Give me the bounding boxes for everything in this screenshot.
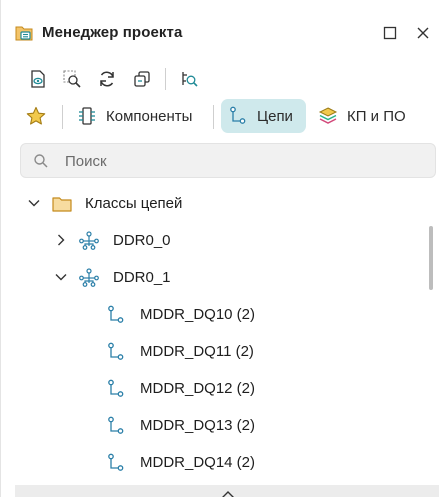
layers-stack-icon [317,105,339,127]
tree-item-label: Классы цепей [85,195,183,212]
tree-scrollbar[interactable] [429,226,433,290]
tree-item-net[interactable]: MDDR_DQ12 (2) [1,370,426,406]
tab-pads-vias[interactable]: КП и ПО [317,99,421,133]
tab-separator [62,105,63,129]
tab-separator [213,105,214,129]
project-manager-panel: Менеджер проекта Компоненты Цепи КП и ПО… [0,0,439,497]
tree-item-ddr0-0[interactable]: DDR0_0 [1,222,426,258]
refresh-icon[interactable] [94,66,120,92]
tab-nets-label: Цепи [257,107,293,125]
tree-item-net[interactable]: MDDR_DQ10 (2) [1,296,426,332]
close-icon[interactable] [412,22,434,44]
copy-layers-icon[interactable] [129,66,155,92]
tree-item-label: MDDR_DQ13 (2) [140,417,256,434]
zoom-select-icon[interactable] [59,66,85,92]
net-icon [105,341,127,363]
component-icon [76,105,98,127]
search-box[interactable] [20,143,436,178]
tree-item-net-classes[interactable]: Классы цепей [1,185,426,221]
tree-item-label: MDDR_DQ14 (2) [140,454,256,471]
toolbar-separator [165,68,166,90]
tab-components[interactable]: Компоненты [76,99,204,133]
search-input[interactable] [65,151,425,171]
net-icon [105,304,127,326]
tree-item-net[interactable]: MDDR_DQ11 (2) [1,333,426,369]
tree-item-ddr0-1[interactable]: DDR0_1 [1,259,426,295]
inspect-net-icon[interactable] [176,66,202,92]
folder-icon [51,193,73,215]
tree-item-label: DDR0_1 [113,269,171,286]
tab-nets[interactable]: Цепи [221,99,306,133]
tree-item-label: MDDR_DQ12 (2) [140,380,256,397]
tree-item-net[interactable]: MDDR_DQ14 (2) [1,444,426,480]
net-tree: Классы цепей DDR0_0 DDR0_1 MDDR_DQ10 (2)… [1,185,439,485]
tree-item-label: DDR0_0 [113,232,171,249]
chevron-up-icon[interactable] [221,487,235,497]
chevron-right-icon[interactable] [54,233,68,247]
panel-toolbar [1,62,439,96]
project-manager-icon [14,23,34,43]
net-class-icon [78,230,100,252]
panel-title: Менеджер проекта [42,24,183,41]
tree-item-label: MDDR_DQ10 (2) [140,306,256,323]
net-icon [227,105,249,127]
tab-components-label: Компоненты [106,107,193,125]
net-icon [105,452,127,474]
net-class-icon [78,267,100,289]
tree-item-label: MDDR_DQ11 (2) [140,343,254,360]
panel-tabs: Компоненты Цепи КП и ПО [1,97,439,135]
chevron-down-icon[interactable] [54,270,68,284]
panel-titlebar: Менеджер проекта [1,14,439,52]
maximize-icon[interactable] [379,22,401,44]
star-icon [25,105,47,127]
chevron-down-icon[interactable] [27,196,41,210]
search-icon [33,153,49,169]
net-icon [105,415,127,437]
collapse-bar[interactable] [15,485,439,497]
tab-pads-vias-label: КП и ПО [347,107,406,125]
net-icon [105,378,127,400]
document-view-icon[interactable] [25,66,51,92]
tab-favorites[interactable] [25,99,51,133]
tree-item-net[interactable]: MDDR_DQ13 (2) [1,407,426,443]
